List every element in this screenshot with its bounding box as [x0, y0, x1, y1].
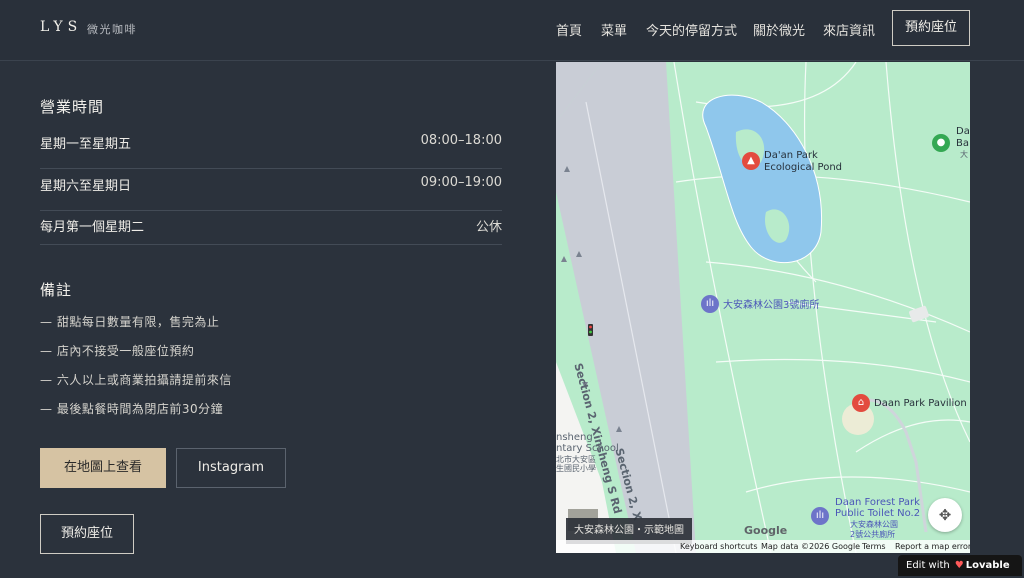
- instagram-button[interactable]: Instagram: [176, 448, 286, 488]
- hours-time: 08:00–18:00: [420, 133, 502, 148]
- map-label-pavilion: Daan Park Pavilion: [874, 398, 967, 409]
- map-label-pond: Ecological Pond: [764, 162, 843, 173]
- nav-link-about[interactable]: 關於微光: [753, 20, 805, 39]
- note-item: — 最後點餐時間為閉店前30分鐘: [40, 402, 224, 416]
- nav-link-visit[interactable]: 來店資訊: [823, 20, 875, 39]
- map-data-text: Map data ©2026 Google: [761, 542, 861, 551]
- brand-subtitle: 微光咖啡: [87, 23, 137, 36]
- marker-pin-icon[interactable]: ▲: [742, 152, 760, 170]
- embedded-map[interactable]: ▲ Da'an Park Ecological Pond ● Da Ba 大 ı…: [556, 62, 970, 553]
- hours-day: 每月第一個星期二: [40, 220, 145, 235]
- note-item: — 店內不接受一般座位預約: [40, 344, 195, 358]
- traffic-signal-icon: [588, 324, 593, 336]
- hours-time: 09:00–19:00: [420, 175, 502, 190]
- brand-logo[interactable]: LYS: [40, 19, 82, 35]
- keyboard-shortcuts-link[interactable]: Keyboard shortcuts: [680, 540, 757, 553]
- edit-with-lovable-badge[interactable]: Edit with ♥ Lovable: [898, 555, 1022, 576]
- toilet-icon[interactable]: ılı: [701, 295, 719, 313]
- marker-pin-icon[interactable]: ●: [932, 134, 950, 152]
- report-error-link[interactable]: Report a map error: [895, 540, 970, 553]
- terms-link[interactable]: Terms: [862, 540, 886, 553]
- nav-link-home[interactable]: 首頁: [556, 20, 582, 39]
- map-label-edge: Da: [956, 126, 970, 137]
- map-label-pond: Da'an Park: [764, 150, 818, 161]
- pavilion-icon[interactable]: ⌂: [852, 394, 870, 412]
- badge-brand: Lovable: [965, 560, 1010, 571]
- hours-time: 公休: [475, 220, 502, 235]
- notes-title: 備註: [40, 281, 73, 299]
- toilet-icon[interactable]: ılı: [811, 507, 829, 525]
- nav-link-menu[interactable]: 菜單: [601, 20, 627, 39]
- map-label-school: 生國民小學: [556, 464, 596, 473]
- badge-prefix: Edit with: [906, 560, 950, 571]
- nav-link-stay[interactable]: 今天的停留方式: [646, 20, 737, 39]
- reserve-button[interactable]: 預約座位: [40, 514, 134, 554]
- hours-title: 營業時間: [40, 98, 105, 116]
- top-navbar: LYS 微光咖啡 首頁 菜單 今天的停留方式 關於微光 來店資訊 預約座位: [0, 0, 1024, 61]
- hours-row: 星期一至星期五 08:00–18:00: [40, 128, 502, 169]
- view-on-map-button[interactable]: 在地圖上查看: [40, 448, 166, 488]
- fullscreen-locate-icon[interactable]: ✥: [928, 498, 962, 532]
- note-item: — 六人以上或商業拍攝請提前來信: [40, 373, 232, 387]
- nav-reserve-button[interactable]: 預約座位: [892, 10, 970, 46]
- map-label-edge: 大: [960, 150, 968, 159]
- hours-day: 星期一至星期五: [40, 137, 132, 152]
- google-logo: Google: [744, 524, 788, 537]
- hours-row: 星期六至星期日 09:00–19:00: [40, 170, 502, 211]
- heart-icon: ♥: [954, 560, 964, 571]
- map-attribution: Keyboard shortcuts Map data ©2026 Google…: [556, 540, 970, 553]
- hours-row: 每月第一個星期二 公休: [40, 211, 502, 245]
- hours-day: 星期六至星期日: [40, 179, 132, 194]
- map-label-toilet: 大安森林公園3號廁所: [723, 300, 820, 311]
- note-item: — 甜點每日數量有限，售完為止: [40, 315, 220, 329]
